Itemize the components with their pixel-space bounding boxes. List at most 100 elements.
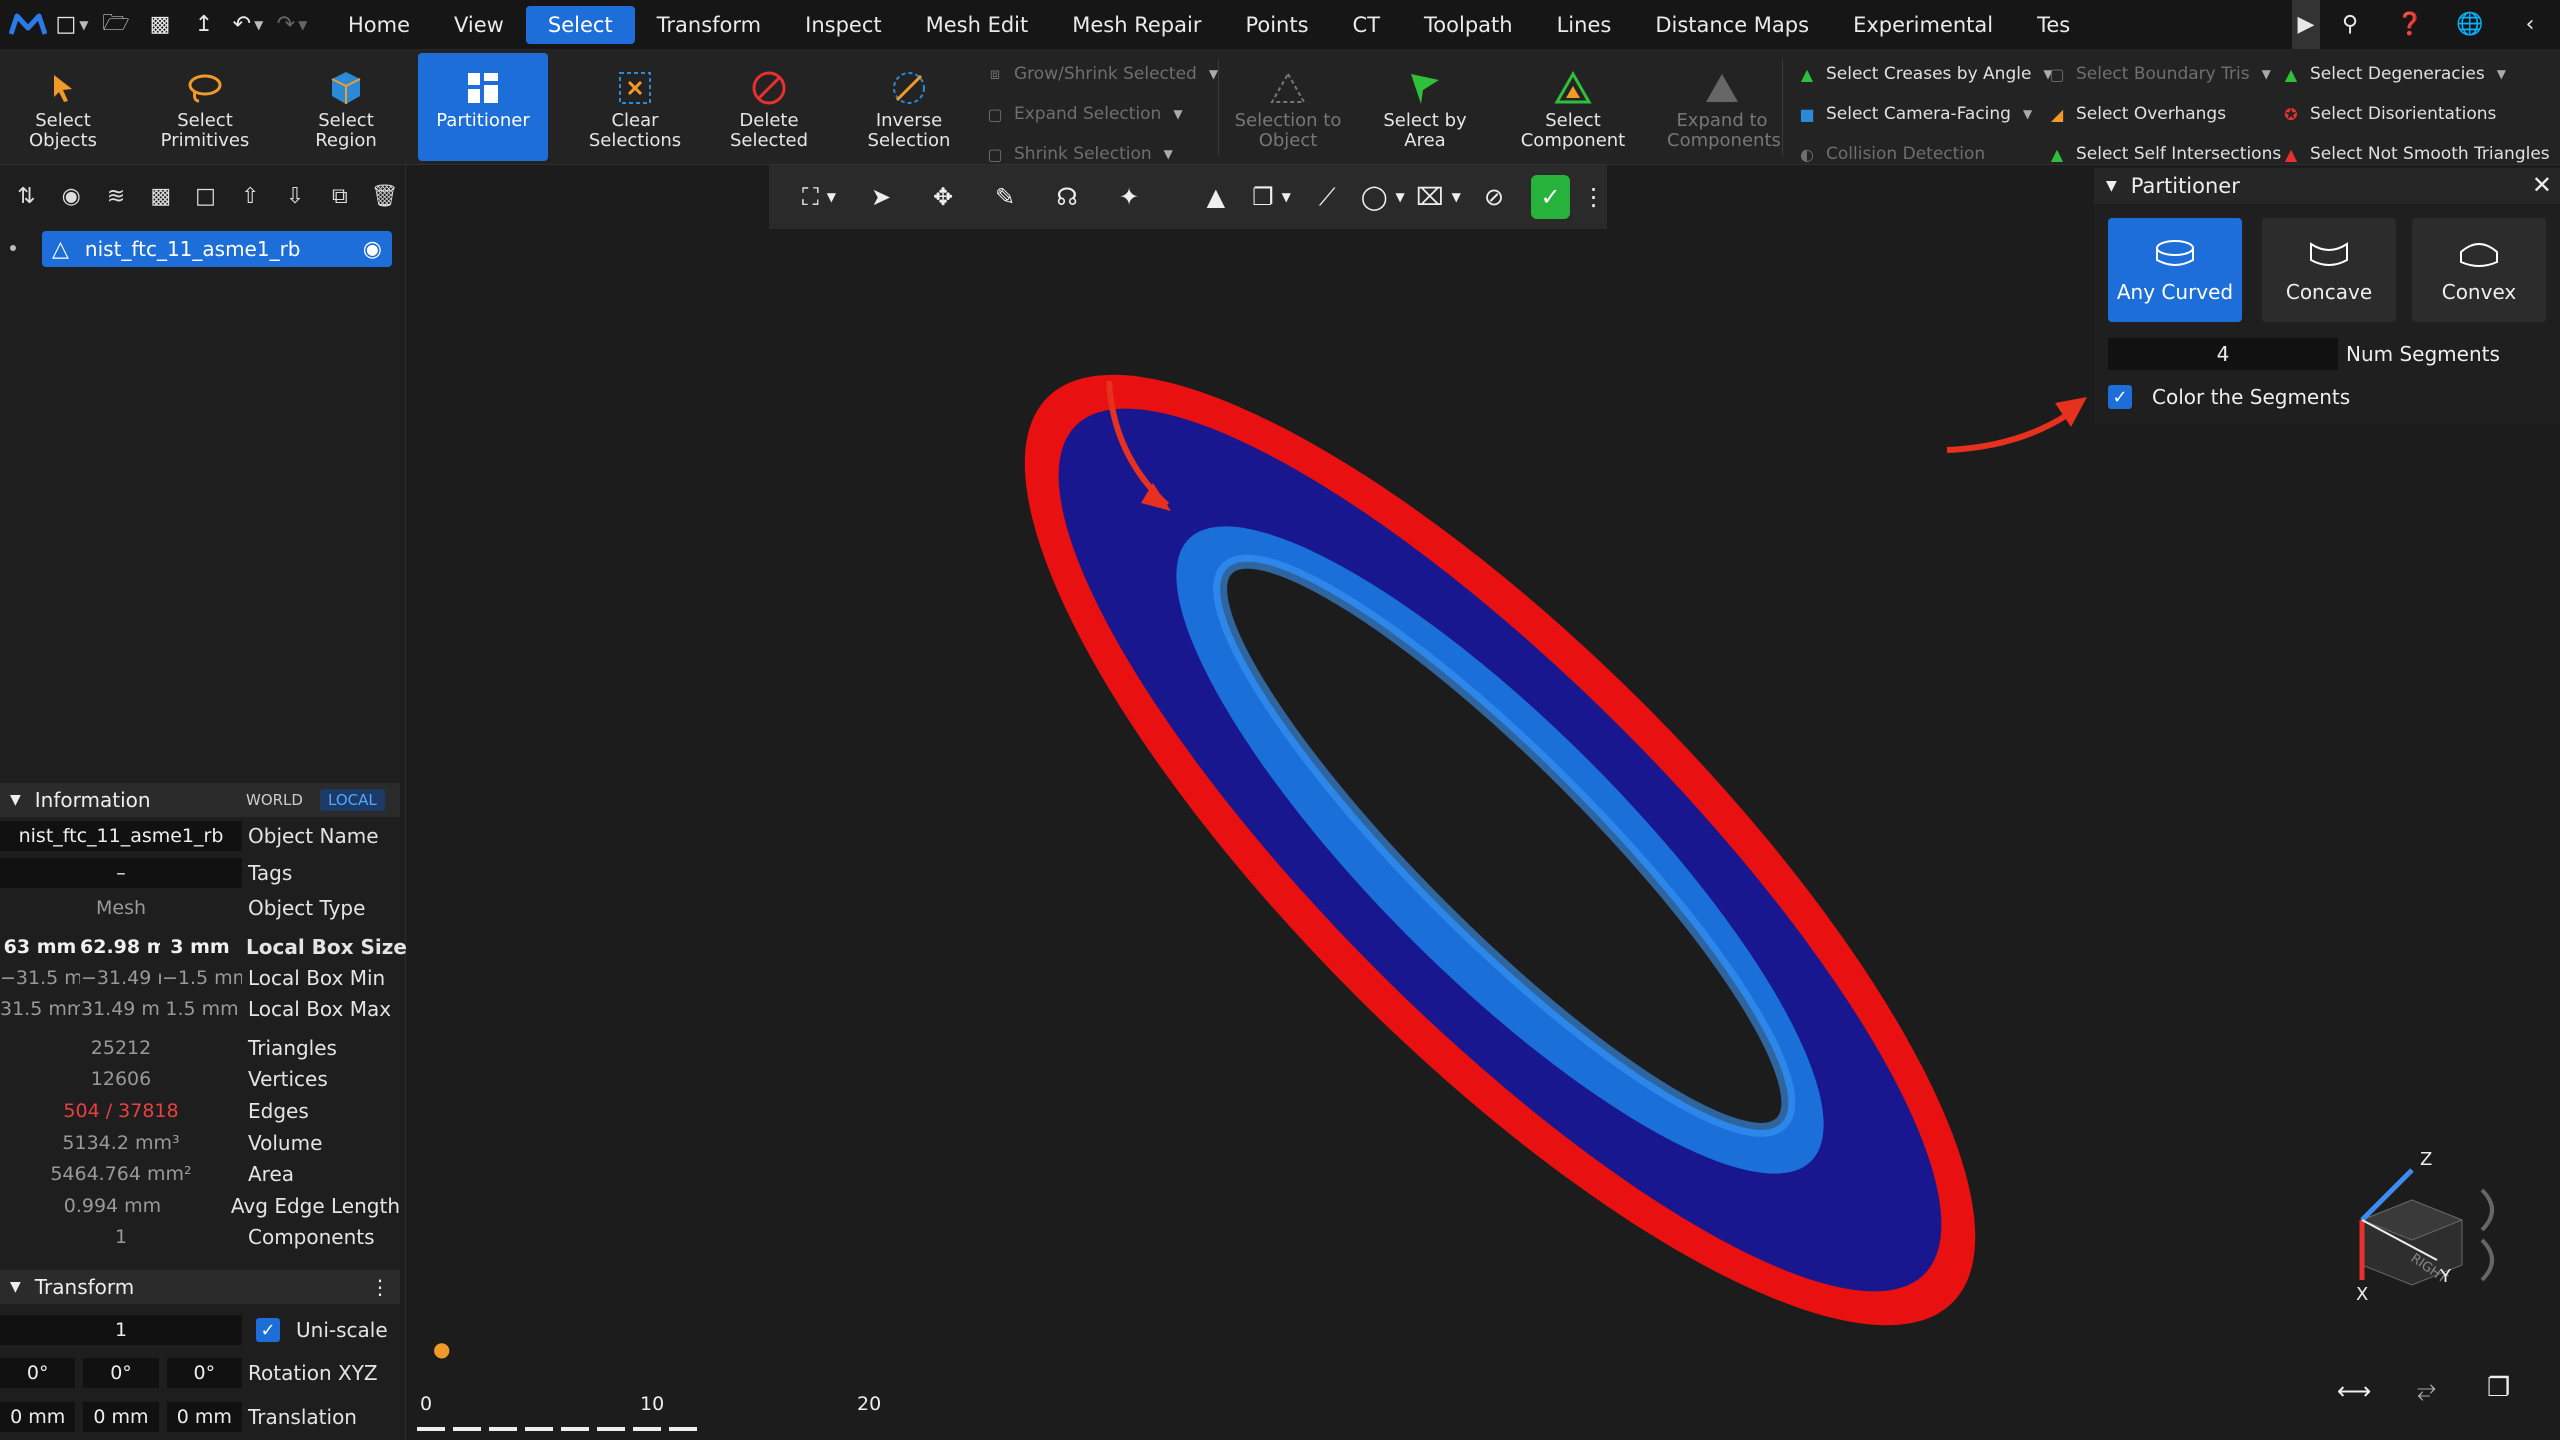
select-overhangs-button[interactable]: ◢ Select Overhangs <box>2046 97 2226 131</box>
fit-view-icon[interactable]: ⛶ ▼ <box>789 172 849 222</box>
menu-ct[interactable]: CT <box>1331 6 1403 44</box>
globe-icon[interactable]: 🌐 <box>2440 5 2500 45</box>
help-icon[interactable]: ❓ <box>2380 5 2440 45</box>
mode-convex-button[interactable]: Convex <box>2412 218 2546 322</box>
view-cube[interactable]: RIGHT Z X Y <box>2332 1140 2512 1320</box>
app-logo-icon[interactable] <box>8 5 48 45</box>
select-objects-button[interactable]: Select Objects <box>0 53 126 161</box>
move-down-icon[interactable]: ⇩ <box>275 176 316 216</box>
visibility-eye-icon[interactable]: ◉ <box>363 237 382 262</box>
menu-transform[interactable]: Transform <box>635 6 783 44</box>
scale-field[interactable]: 1 <box>0 1315 242 1345</box>
backface-icon[interactable]: ⟋ <box>1300 172 1354 222</box>
box-select-icon[interactable]: ❐ ▼ <box>1245 172 1299 222</box>
object-name-field[interactable]: nist_ftc_11_asme1_rb <box>0 821 242 851</box>
move-icon[interactable]: ✥ <box>913 172 973 222</box>
gizmo-icon[interactable]: ✦ <box>1099 172 1159 222</box>
local-toggle[interactable]: LOCAL <box>320 789 385 811</box>
trash-icon[interactable]: 🗑 <box>364 176 405 216</box>
brush-icon[interactable]: ✎ <box>975 172 1035 222</box>
menu-select[interactable]: Select <box>525 5 635 44</box>
scene-object-item[interactable]: △ nist_ftc_11_asme1_rb ◉ <box>42 231 392 267</box>
partitioner-header[interactable]: ▼ Partitioner ✕ <box>2094 168 2560 204</box>
menu-tes[interactable]: Tes <box>2015 6 2092 44</box>
clear-selections-button[interactable]: Clear Selections <box>570 53 700 161</box>
undo-icon[interactable]: ↶ ▼ <box>228 5 268 45</box>
expand-to-components-button[interactable]: Expand to Components <box>1664 53 1781 161</box>
snap-icon[interactable]: ⊘ <box>1467 172 1521 222</box>
new-file-icon[interactable]: □ ▼ <box>52 5 92 45</box>
confirm-check-icon[interactable]: ✓ <box>1530 175 1571 219</box>
export-icon[interactable]: ↥ <box>184 5 224 45</box>
inverse-selection-button[interactable]: Inverse Selection <box>848 53 970 161</box>
world-toggle[interactable]: WORLD <box>240 789 309 811</box>
shape-select-icon[interactable]: ▲ <box>1189 172 1243 222</box>
num-segments-field[interactable]: 4 <box>2108 338 2338 370</box>
collapse-chevron-icon[interactable]: ‹ <box>2500 5 2560 45</box>
menu-experimental[interactable]: Experimental <box>1831 6 2015 44</box>
tags-field[interactable]: – <box>0 858 242 888</box>
menu-toolpath[interactable]: Toolpath <box>1402 6 1535 44</box>
select-boundary-tris-button[interactable]: ▢ Select Boundary Tris ▼ <box>2046 57 2270 91</box>
more-icon[interactable]: ⋮ <box>1580 172 1607 222</box>
rotation-x-field[interactable]: 0° <box>0 1358 76 1388</box>
duplicate-icon[interactable]: ⧉ <box>319 176 360 216</box>
select-by-area-button[interactable]: Select by Area <box>1362 53 1488 161</box>
search-icon[interactable]: ⚲ <box>2320 5 2380 45</box>
close-icon[interactable]: ✕ <box>2532 171 2552 199</box>
fit-icon[interactable]: ⥂ <box>2417 1375 2436 1403</box>
sort-icon[interactable]: ⇅ <box>6 176 47 216</box>
pointer-icon[interactable]: ➤ <box>851 172 911 222</box>
select-component-button[interactable]: Select Component <box>1508 53 1638 161</box>
rotation-z-field[interactable]: 0° <box>166 1358 242 1388</box>
menu-mesh-edit[interactable]: Mesh Edit <box>904 6 1051 44</box>
mode-concave-button[interactable]: Concave <box>2262 218 2396 322</box>
rotate-icon[interactable]: ☊ <box>1037 172 1097 222</box>
select-all-icon[interactable]: ▩ <box>140 176 181 216</box>
cube-view-icon[interactable]: ❐ <box>2487 1373 2510 1403</box>
translation-z-field[interactable]: 0 mm <box>166 1402 242 1432</box>
menu-home[interactable]: Home <box>326 6 432 44</box>
rotate-cw-icon[interactable] <box>2480 1188 2494 1232</box>
menu-lines[interactable]: Lines <box>1535 6 1634 44</box>
measure-icon[interactable]: ⟷ <box>2337 1377 2371 1405</box>
select-degeneracies-button[interactable]: ▲ Select Degeneracies ▼ <box>2280 57 2506 91</box>
select-camera-facing-button[interactable]: ■ Select Camera-Facing ▼ <box>1796 97 2032 131</box>
rotate-ccw-icon[interactable] <box>2480 1238 2494 1282</box>
menu-inspect[interactable]: Inspect <box>783 6 903 44</box>
move-up-icon[interactable]: ⇧ <box>230 176 271 216</box>
delete-selected-button[interactable]: Delete Selected <box>702 53 836 161</box>
select-creases-button[interactable]: ▲ Select Creases by Angle ▼ <box>1796 57 2053 91</box>
menu-view[interactable]: View <box>432 6 526 44</box>
expand-selection-button[interactable]: ▢ Expand Selection ▼ <box>984 97 1182 131</box>
cross-select-icon[interactable]: ⌧ ▼ <box>1412 172 1466 222</box>
information-header[interactable]: ▼ Information WORLD LOCAL <box>0 783 400 817</box>
grow-shrink-selected-button[interactable]: ⧈ Grow/Shrink Selected ▼ <box>984 57 1218 91</box>
hide-icon[interactable]: ≋ <box>96 176 137 216</box>
lasso-select-icon[interactable]: ◯ ▼ <box>1356 172 1410 222</box>
color-segments-checkbox[interactable]: ✓ <box>2108 385 2132 409</box>
uniscale-checkbox[interactable]: ✓ <box>256 1318 280 1342</box>
menu-scroll-icon[interactable]: ▶ <box>2292 0 2320 49</box>
redo-icon[interactable]: ↷ ▼ <box>272 5 312 45</box>
rotation-y-field[interactable]: 0° <box>83 1358 159 1388</box>
select-region-button[interactable]: Select Region <box>286 53 406 161</box>
transform-header[interactable]: ▼ Transform ⋮ <box>0 1270 400 1304</box>
menu-mesh-repair[interactable]: Mesh Repair <box>1050 6 1223 44</box>
selection-to-object-button[interactable]: Selection to Object <box>1228 53 1348 161</box>
partitioner-button[interactable]: Partitioner <box>418 53 548 161</box>
eye-icon[interactable]: ◉ <box>51 176 92 216</box>
more-options-icon[interactable]: ⋮ <box>370 1275 390 1299</box>
translation-y-field[interactable]: 0 mm <box>83 1402 159 1432</box>
mode-any-curved-button[interactable]: Any Curved <box>2108 218 2242 322</box>
info-object-type: Mesh Object Type <box>95 896 366 920</box>
save-icon[interactable]: ▩ <box>140 5 180 45</box>
select-primitives-button[interactable]: Select Primitives <box>140 53 270 161</box>
open-folder-icon[interactable]: 🗁 <box>96 5 136 45</box>
translation-x-field[interactable]: 0 mm <box>0 1402 76 1432</box>
select-disorientations-button[interactable]: ✪ Select Disorientations <box>2280 97 2496 131</box>
deselect-icon[interactable]: □ <box>185 176 226 216</box>
menu-points[interactable]: Points <box>1223 6 1330 44</box>
menu-distance-maps[interactable]: Distance Maps <box>1633 6 1831 44</box>
ruler-pin-icon[interactable]: ● <box>433 1337 450 1361</box>
